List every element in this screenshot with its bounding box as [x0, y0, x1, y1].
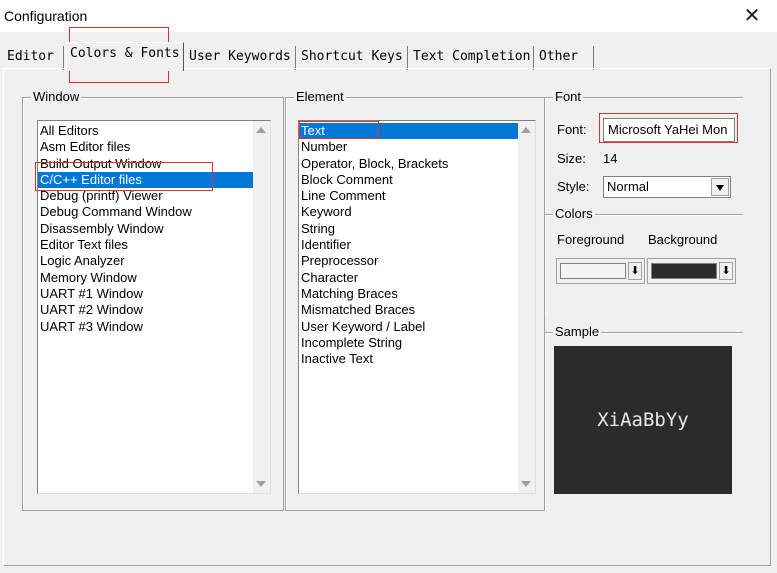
element-list-item[interactable]: Operator, Block, Brackets — [299, 156, 535, 172]
size-value: 14 — [603, 151, 618, 166]
arrow-down-icon[interactable]: ⬇ — [628, 262, 642, 280]
element-list-item[interactable]: Mismatched Braces — [299, 302, 535, 318]
element-list-scrollbar[interactable] — [518, 121, 535, 493]
window-list-item[interactable]: UART #1 Window — [38, 286, 270, 302]
scroll-down-icon[interactable] — [521, 481, 531, 487]
element-list-item[interactable]: Character — [299, 270, 535, 286]
tab-editor[interactable]: Editor — [4, 46, 64, 70]
window-list-item[interactable]: Editor Text files — [38, 237, 270, 253]
sample-preview: XiAaBbYy — [554, 346, 732, 494]
style-value: Normal — [607, 179, 649, 194]
foreground-swatch — [560, 263, 626, 279]
foreground-label: Foreground — [557, 232, 625, 247]
tab-shortcut-keys[interactable]: Shortcut Keys — [298, 46, 408, 70]
tab-text-completion[interactable]: Text Completion — [410, 46, 534, 70]
title-bar: Configuration ✕ — [0, 0, 777, 32]
foreground-color-picker[interactable]: ⬇ — [556, 258, 645, 284]
background-color-picker[interactable]: ⬇ — [647, 258, 736, 284]
element-list-item[interactable]: String — [299, 221, 535, 237]
background-label: Background — [648, 232, 718, 247]
window-list-item[interactable]: Memory Window — [38, 270, 270, 286]
window-list-item[interactable]: Disassembly Window — [38, 221, 270, 237]
tab-strip: Editor Colors & Fonts User Keywords Shor… — [0, 42, 777, 71]
window-list-item[interactable]: C/C++ Editor files — [38, 171, 270, 189]
sample-group-label: Sample — [553, 324, 602, 340]
background-swatch — [651, 263, 717, 279]
style-dropdown-button[interactable] — [711, 178, 729, 196]
element-list-item[interactable]: Identifier — [299, 237, 535, 253]
element-list-item[interactable]: Line Comment — [299, 188, 535, 204]
element-list-item[interactable]: Text — [299, 123, 535, 140]
style-select[interactable]: Normal — [603, 176, 731, 198]
font-label: Font: — [557, 122, 587, 137]
element-list-item[interactable]: Matching Braces — [299, 286, 535, 302]
scroll-up-icon[interactable] — [521, 127, 531, 133]
window-group: Window All Editors Asm Editor files Build … — [22, 89, 284, 511]
element-listbox[interactable]: Text Number Operator, Block, Brackets Block… — [298, 120, 536, 494]
element-list-item[interactable]: Block Comment — [299, 172, 535, 188]
window-title: Configuration — [4, 8, 88, 24]
colors-group-label: Colors — [553, 206, 595, 222]
size-label: Size: — [557, 151, 586, 166]
chevron-down-icon — [716, 185, 724, 191]
element-list-item[interactable]: Incomplete String — [299, 335, 535, 351]
element-list-item[interactable]: Inactive Text — [299, 351, 535, 367]
scroll-up-icon[interactable] — [256, 127, 266, 133]
window-list-scrollbar[interactable] — [253, 121, 270, 493]
window-list-item[interactable]: Build Output Window — [38, 156, 270, 172]
element-list-item[interactable]: Number — [299, 139, 535, 155]
element-list-item[interactable]: Preprocessor — [299, 253, 535, 269]
window-list-item[interactable]: UART #3 Window — [38, 319, 270, 335]
window-listbox[interactable]: All Editors Asm Editor files Build Output … — [37, 120, 271, 494]
element-list-item[interactable]: Keyword — [299, 204, 535, 220]
window-list-item[interactable]: All Editors — [38, 123, 270, 139]
element-list-item[interactable]: User Keyword / Label — [299, 319, 535, 335]
style-label: Style: — [557, 179, 590, 194]
arrow-down-icon[interactable]: ⬇ — [719, 262, 733, 280]
font-name-field[interactable]: Microsoft YaHei Mon — [603, 118, 735, 142]
close-icon[interactable]: ✕ — [740, 4, 764, 28]
window-list-item[interactable]: UART #2 Window — [38, 302, 270, 318]
tab-other[interactable]: Other — [536, 46, 594, 70]
element-group-label: Element — [294, 89, 346, 105]
tab-colors-fonts[interactable]: Colors & Fonts — [66, 42, 184, 71]
tab-user-keywords[interactable]: User Keywords — [186, 46, 296, 70]
window-group-label: Window — [31, 89, 82, 105]
scroll-down-icon[interactable] — [256, 481, 266, 487]
font-group-label: Font — [553, 89, 584, 105]
window-list-item[interactable]: Logic Analyzer — [38, 253, 270, 269]
window-list-item[interactable]: Debug (printf) Viewer — [38, 188, 270, 204]
window-list-item[interactable]: Debug Command Window — [38, 204, 270, 220]
window-list-item[interactable]: Asm Editor files — [38, 139, 270, 155]
element-group: Element Text Number Operator, Block, Brack… — [285, 89, 545, 511]
